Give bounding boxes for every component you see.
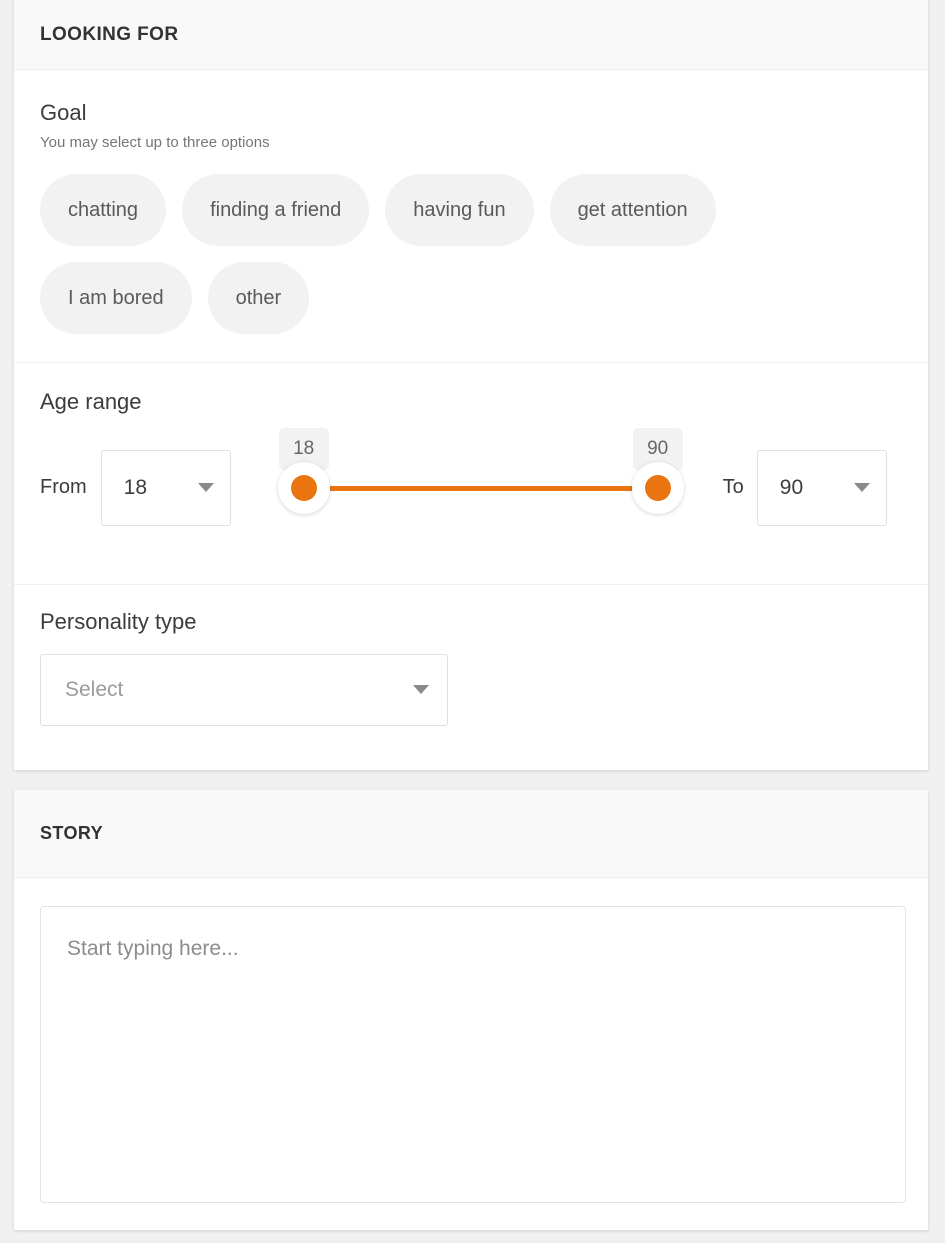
chevron-down-icon [197,483,214,493]
looking-for-title: LOOKING FOR [40,23,179,45]
looking-for-card: LOOKING FOR Goal You may select up to th… [14,0,928,770]
goal-chip-other[interactable]: other [207,262,310,335]
age-slider-min-handle[interactable] [277,461,330,514]
profile-form-page: LOOKING FOR Goal You may select up to th… [0,0,945,1243]
age-range-controls: From 18 18 90 To 90 [40,427,902,526]
story-card-header: STORY [14,790,928,878]
personality-type-label: Personality type [40,609,197,635]
age-range-slider[interactable]: 18 90 [271,427,691,526]
personality-type-value: Select [65,677,124,701]
goal-chip-having-fun[interactable]: having fun [385,174,534,247]
age-to-select[interactable]: 90 [756,449,887,526]
goal-label: Goal [40,100,87,125]
goal-chip-finding-a-friend[interactable]: finding a friend [182,174,370,247]
goal-section: Goal You may select up to three options … [14,70,928,362]
age-slider-max-handle[interactable] [631,461,684,514]
story-body [14,878,928,1208]
age-to-label: To [722,476,744,499]
story-card: STORY [14,790,928,1230]
story-textarea[interactable] [40,906,906,1203]
age-slider-track[interactable] [303,485,658,491]
chevron-down-icon [413,685,429,695]
story-title: STORY [40,823,104,843]
age-from-value: 18 [123,475,148,499]
age-from-label: From [40,476,87,499]
age-from-select[interactable]: 18 [100,449,231,526]
goal-chip-chatting[interactable]: chatting [40,174,167,247]
goal-chip-i-am-bored[interactable]: I am bored [40,262,192,335]
age-range-section: Age range From 18 18 90 To 90 [14,362,928,584]
goal-options-list: chatting finding a friend having fun get… [40,174,870,335]
personality-type-section: Personality type Select [14,584,928,761]
goal-chip-get-attention[interactable]: get attention [549,174,716,247]
age-range-label: Age range [40,389,142,415]
looking-for-card-header: LOOKING FOR [14,0,928,70]
personality-type-select[interactable]: Select [40,653,448,726]
age-to-value: 90 [779,475,804,499]
goal-hint: You may select up to three options [40,134,270,152]
chevron-down-icon [853,483,870,493]
